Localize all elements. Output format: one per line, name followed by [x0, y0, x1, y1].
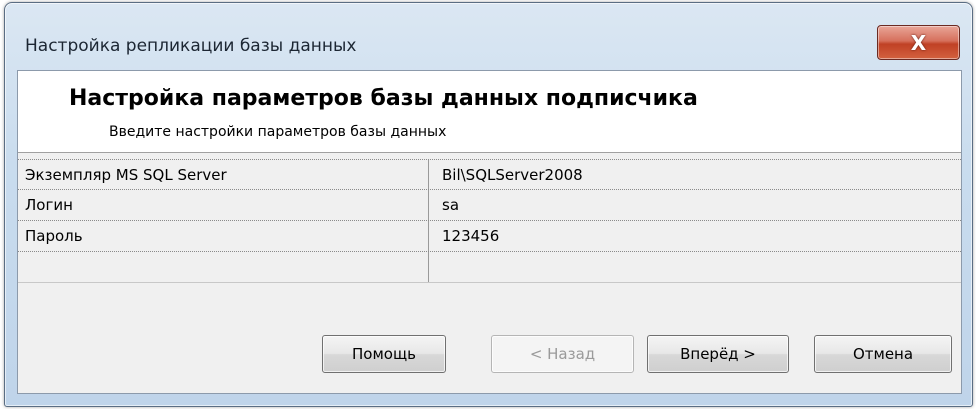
server-instance-value[interactable]: Bil\SQLServer2008: [429, 160, 961, 189]
button-bar: Помощь < Назад Вперёд > Отмена: [18, 313, 961, 393]
property-row-server[interactable]: Экземпляр MS SQL Server Bil\SQLServer200…: [18, 159, 961, 190]
property-grid-empty-area: [18, 252, 961, 283]
window-title: Настройка репликации базы данных: [25, 36, 357, 56]
property-name: Экземпляр MS SQL Server: [18, 160, 429, 189]
next-button[interactable]: Вперёд >: [647, 335, 789, 373]
dialog-client-area: Настройка параметров базы данных подписч…: [17, 70, 962, 394]
login-value[interactable]: sa: [429, 190, 961, 220]
dialog-window: Настройка репликации базы данных X Настр…: [4, 2, 973, 407]
empty-cell: [18, 252, 429, 282]
password-value[interactable]: 123456: [429, 221, 961, 251]
help-button[interactable]: Помощь: [322, 335, 446, 373]
property-name: Логин: [18, 190, 429, 220]
property-name: Пароль: [18, 221, 429, 251]
page-title: Настройка параметров базы данных подписч…: [69, 86, 698, 111]
wizard-header: Настройка параметров базы данных подписч…: [18, 71, 961, 153]
property-grid: Экземпляр MS SQL Server Bil\SQLServer200…: [18, 159, 961, 283]
property-row-password[interactable]: Пароль 123456: [18, 221, 961, 252]
property-row-login[interactable]: Логин sa: [18, 190, 961, 221]
close-icon: X: [910, 30, 927, 55]
close-button[interactable]: X: [877, 25, 960, 60]
back-button[interactable]: < Назад: [491, 335, 634, 373]
cancel-button[interactable]: Отмена: [814, 335, 952, 373]
page-subtitle: Введите настройки параметров базы данных: [109, 124, 447, 140]
